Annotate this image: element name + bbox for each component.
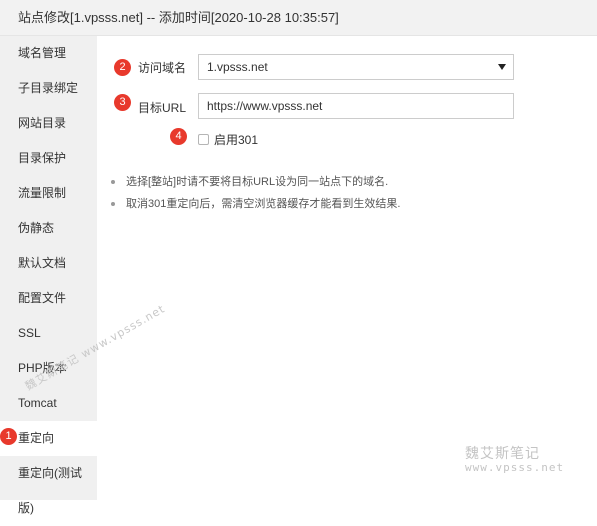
sidebar-item-site-directory[interactable]: 网站目录	[0, 106, 97, 141]
bullet-dot-icon	[111, 180, 115, 184]
sidebar-item-rewrite[interactable]: 伪静态	[0, 211, 97, 246]
tip-text: 选择[整站]时请不要将目标URL设为同一站点下的域名.	[126, 176, 389, 188]
sidebar-item-tomcat[interactable]: Tomcat	[0, 386, 97, 421]
sidebar-item-redirect-beta[interactable]: 重定向(测试版)	[0, 456, 97, 515]
watermark-cn: 魏艾斯笔记	[465, 446, 540, 462]
step-badge-4: 4	[170, 128, 187, 145]
tip-item: 选择[整站]时请不要将目标URL设为同一站点下的域名.	[111, 172, 400, 192]
target-url-label: 目标URL	[138, 101, 187, 115]
step-badge-3: 3	[114, 94, 131, 111]
window-title: 站点修改[1.vpsss.net] -- 添加时间[2020-10-28 10:…	[0, 0, 597, 36]
watermark-url: www.vpsss.net	[465, 461, 565, 474]
step-badge-2: 2	[114, 59, 131, 76]
tip-item: 取消301重定向后，需清空浏览器缓存才能看到生效结果.	[111, 194, 400, 214]
sidebar-item-config-file[interactable]: 配置文件	[0, 281, 97, 316]
sidebar-item-directory-protection[interactable]: 目录保护	[0, 141, 97, 176]
chevron-down-icon	[498, 64, 506, 70]
domain-label: 访问域名	[138, 61, 187, 75]
sidebar-item-default-document[interactable]: 默认文档	[0, 246, 97, 281]
step-badge-1: 1	[0, 428, 17, 445]
target-url-input[interactable]	[198, 93, 514, 119]
tip-text: 取消301重定向后，需清空浏览器缓存才能看到生效结果.	[126, 198, 401, 210]
sidebar-item-domain-management[interactable]: 域名管理	[0, 36, 97, 71]
domain-select[interactable]: 1.vpsss.net	[198, 54, 514, 80]
sidebar-item-subdirectory-binding[interactable]: 子目录绑定	[0, 71, 97, 106]
bullet-dot-icon	[111, 202, 115, 206]
enable-301-label: 启用301	[214, 133, 259, 147]
tips-list: 选择[整站]时请不要将目标URL设为同一站点下的域名. 取消301重定向后，需清…	[111, 172, 400, 216]
domain-select-value: 1.vpsss.net	[207, 60, 268, 74]
enable-301-checkbox[interactable]	[198, 134, 209, 145]
sidebar-item-traffic-limit[interactable]: 流量限制	[0, 176, 97, 211]
